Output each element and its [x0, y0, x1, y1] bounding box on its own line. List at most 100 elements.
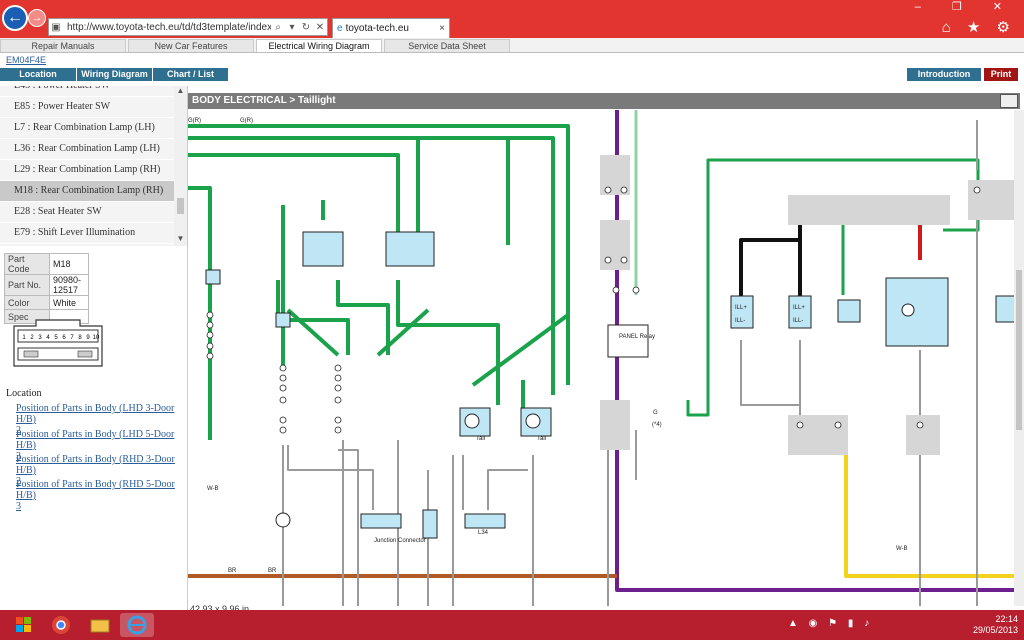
windows-icon	[16, 617, 31, 632]
list-item[interactable]: L29 : Rear Combination Lamp (RH)	[0, 160, 174, 181]
wire-label: G(R)	[240, 118, 253, 124]
list-scrollbar[interactable]: ▲ ▼	[174, 86, 187, 246]
wiring-diagram[interactable]: PANEL Relay Tail Tail ILL+ ILL- ILL+ ILL…	[188, 110, 1024, 606]
table-row: Color White	[4, 295, 89, 310]
arrow-left-icon: ←	[7, 9, 23, 26]
chevron-down-icon[interactable]: ▼	[174, 234, 187, 246]
back-button[interactable]: ←	[2, 5, 28, 31]
wire-green	[286, 308, 430, 357]
menu-bar: Location Wiring Diagram Chart / List Int…	[0, 68, 1024, 82]
wire-label: G(R)	[188, 118, 201, 124]
location-link[interactable]: Position of Parts in Body (RHD 5-Door H/…	[16, 479, 186, 512]
tab-title: toyota-tech.eu	[345, 23, 409, 34]
list-item[interactable]: L7 : Rear Combination Lamp (LH)	[0, 118, 174, 139]
list-item[interactable]: E85 : Power Heater SW	[0, 97, 174, 118]
list-item[interactable]: E28 : Seat Heater SW	[0, 202, 174, 223]
wire-green	[396, 280, 500, 405]
wire-purple	[615, 110, 1024, 592]
prop-value: White	[49, 295, 89, 310]
close-icon[interactable]: ✕	[313, 22, 327, 33]
prop-key: Part Code	[4, 253, 50, 275]
tab-close-icon[interactable]: ×	[439, 23, 445, 34]
connector-pin: 10	[93, 335, 100, 341]
part-properties-table: Part Code M18 Part No. 90980-12517 Color Wh…	[4, 253, 89, 324]
connector-label: L34	[478, 530, 489, 536]
table-row: Part Code M18	[4, 253, 89, 275]
wire-yellow	[844, 455, 1024, 578]
chart-list-button[interactable]: Chart / List	[153, 68, 229, 81]
tab-new-car-features[interactable]: New Car Features	[128, 39, 254, 52]
explorer-taskbar-icon[interactable]	[82, 613, 116, 637]
lamp-label: Tail	[537, 436, 546, 442]
ie-taskbar-icon[interactable]	[120, 613, 154, 637]
list-item[interactable]: E45 : Power Heater SW	[0, 86, 174, 97]
prop-value: 90980-12517	[49, 274, 89, 296]
folder-icon	[90, 619, 110, 633]
connector-label: Junction Connector	[374, 538, 426, 544]
wire-label: BR	[268, 568, 277, 574]
wire-green	[188, 124, 570, 385]
page-title: BODY ELECTRICAL > Taillight	[192, 95, 336, 106]
print-button[interactable]: Print	[984, 68, 1019, 81]
wire-label: W-B	[896, 546, 908, 552]
start-button[interactable]	[6, 613, 40, 637]
wiring-diagram-button[interactable]: Wiring Diagram	[77, 68, 153, 81]
pin-label: ILL+	[793, 305, 805, 311]
address-bar[interactable]: ▣ http://www.toyota-tech.eu/td/td3templa…	[48, 18, 328, 36]
clock-date: 29/05/2013	[972, 625, 1018, 635]
clock-time: 22:14	[995, 614, 1018, 624]
list-item[interactable]: L36 : Rear Combination Lamp (LH)	[0, 139, 174, 160]
wire-green	[188, 186, 212, 440]
prop-key: Color	[4, 295, 50, 310]
address-url[interactable]: http://www.toyota-tech.eu/td/td3template…	[63, 22, 271, 33]
wire-grey	[487, 455, 534, 606]
wire-label: G	[653, 410, 658, 416]
prop-value: M18	[49, 253, 89, 275]
pin-label: ILL+	[735, 305, 747, 311]
page-tabs: Repair Manuals New Car Features Electric…	[0, 38, 1024, 53]
chrome-taskbar-icon[interactable]	[44, 613, 78, 637]
connector-list[interactable]: E45 : Power Heater SW E85 : Power Heater…	[0, 86, 174, 246]
refresh-icon[interactable]: ↻	[299, 22, 313, 33]
prop-key: Part No.	[4, 274, 50, 296]
manual-code-link[interactable]: EM04F4E	[6, 55, 46, 65]
table-row: Part No. 90980-12517	[4, 274, 89, 296]
wire-grey	[282, 440, 374, 606]
wire-grey	[740, 340, 801, 420]
list-item[interactable]: E79 : Shift Lever Illumination	[0, 223, 174, 244]
tab-service-data-sheet[interactable]: Service Data Sheet	[384, 39, 510, 52]
relay-label: PANEL Relay	[619, 334, 655, 340]
window-controls[interactable]: – ❐ ✕	[915, 0, 1016, 13]
taskbar-clock[interactable]: 22:14 29/05/2013	[973, 614, 1018, 636]
pin-label: ILL-	[735, 318, 745, 324]
list-item-selected[interactable]: M18 : Rear Combination Lamp (RH)	[0, 181, 174, 202]
forward-button[interactable]: →	[28, 9, 46, 27]
document-icon[interactable]	[1000, 94, 1018, 108]
wire-green	[188, 153, 400, 240]
system-tray[interactable]: ▲ ◉ ⚑ ▮ ♪	[788, 618, 958, 632]
dropdown-icon[interactable]: ▾	[285, 22, 299, 33]
sidebar: E45 : Power Heater SW E85 : Power Heater…	[0, 86, 188, 610]
ie-icon	[127, 615, 147, 635]
browser-tab[interactable]: e toyota-tech.eu ×	[332, 18, 450, 38]
scroll-thumb[interactable]	[177, 198, 184, 214]
browser-tool-icons[interactable]: ⌂ ★ ⚙	[942, 18, 1016, 36]
wire-green	[336, 280, 390, 355]
search-icon[interactable]: ⌕	[271, 22, 285, 33]
pin-label: ILL-	[793, 318, 803, 324]
connector-face-diagram: 1 2 3 4 5 6 7 8 9 10	[13, 319, 103, 367]
tab-electrical-wiring-diagram[interactable]: Electrical Wiring Diagram	[256, 39, 382, 52]
tab-repair-manuals[interactable]: Repair Manuals	[0, 39, 126, 52]
browser-chrome: ← → ▣ http://www.toyota-tech.eu/td/td3te…	[0, 0, 1024, 38]
wire-black	[739, 220, 802, 305]
wire-label: W-B	[207, 486, 219, 492]
introduction-button[interactable]: Introduction	[907, 68, 982, 81]
location-button[interactable]: Location	[0, 68, 77, 81]
ie-icon: e	[337, 23, 343, 34]
diagram-scroll-thumb[interactable]	[1016, 270, 1022, 430]
page-icon: ▣	[51, 21, 61, 33]
taskbar: ▲ ◉ ⚑ ▮ ♪ 22:14 29/05/2013	[0, 610, 1024, 640]
chevron-up-icon[interactable]: ▲	[174, 86, 187, 98]
wire-label: BR	[228, 568, 237, 574]
arrow-right-icon: →	[31, 12, 43, 24]
